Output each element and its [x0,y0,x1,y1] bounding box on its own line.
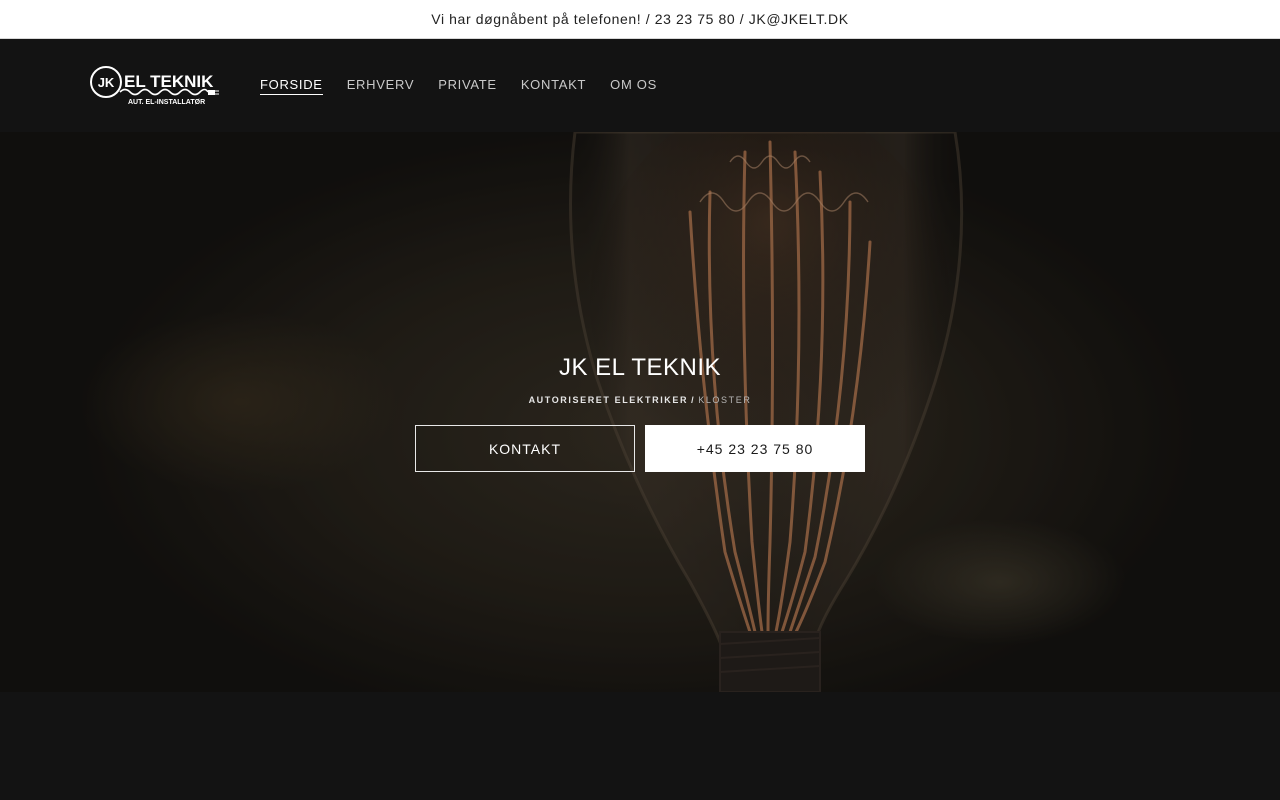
hero-buttons: KONTAKT +45 23 23 75 80 [415,425,865,472]
announcement-bar: Vi har døgnåbent på telefonen! / 23 23 7… [0,0,1280,39]
logo-tagline: AUT. EL-INSTALLATØR [128,99,205,106]
main-nav: FORSIDE ERHVERV PRIVATE KONTAKT OM OS [260,76,657,95]
nav-item-om-os[interactable]: OM OS [610,76,657,95]
logo-name: EL TEKNIK [124,72,214,91]
site-logo[interactable]: JK EL TEKNIK AUT. EL-INSTALLATØR [90,66,222,108]
hero-subtitle-separator: / [691,395,696,405]
nav-item-forside[interactable]: FORSIDE [260,76,323,95]
logo-mark: JK [98,75,115,90]
hero-subtitle-profession: AUTORISERET ELEKTRIKER [528,395,689,405]
hero-section: JK EL TEKNIK AUTORISERET ELEKTRIKER / KLOS… [0,132,1280,692]
site-header: JK EL TEKNIK AUT. EL-INSTALLATØR FORSIDE… [0,39,1280,132]
nav-item-kontakt[interactable]: KONTAKT [521,76,586,95]
nav-item-private[interactable]: PRIVATE [438,76,497,95]
nav-item-erhverv[interactable]: ERHVERV [347,76,415,95]
plug-logo-icon: JK EL TEKNIK AUT. EL-INSTALLATØR [90,66,219,106]
hero-subtitle-location: KLOSTER [698,395,752,405]
phone-button[interactable]: +45 23 23 75 80 [645,425,865,472]
hero-subtitle: AUTORISERET ELEKTRIKER / KLOSTER [0,394,1280,406]
lightbulb-background-image [0,132,1280,692]
hero-title: JK EL TEKNIK [558,354,722,381]
kontakt-button[interactable]: KONTAKT [415,425,635,472]
hero-content: JK EL TEKNIK AUTORISERET ELEKTRIKER / KLOS… [0,354,1280,406]
announcement-text: Vi har døgnåbent på telefonen! / 23 23 7… [431,11,849,27]
